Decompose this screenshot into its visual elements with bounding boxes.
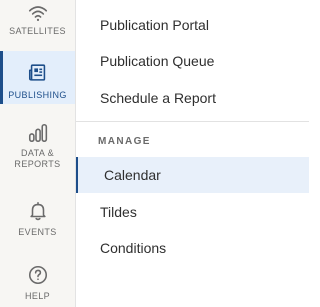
bar-chart-icon <box>28 123 47 143</box>
rail-item-label: PUBLISHING <box>8 90 67 100</box>
rail-item-help[interactable]: HELP <box>0 264 75 307</box>
menu-item-tildes[interactable]: Tildes <box>76 194 309 230</box>
publishing-submenu: Publication Portal Publication Queue Sch… <box>76 0 309 307</box>
section-title-manage: MANAGE <box>98 136 151 147</box>
menu-item-conditions[interactable]: Conditions <box>76 230 309 266</box>
rail-item-publishing[interactable]: PUBLISHING <box>0 51 75 104</box>
rail-item-satellites[interactable]: SATELLITES <box>0 0 75 42</box>
rail-item-label: DATA & REPORTS <box>14 148 61 169</box>
navigation-frame: SATELLITES PUBLISHING DATA & REPORTS EVE… <box>0 0 309 307</box>
question-circle-icon <box>28 265 47 285</box>
menu-divider <box>76 121 309 122</box>
menu-item-calendar[interactable]: Calendar <box>76 157 309 193</box>
rail-item-label: SATELLITES <box>9 26 66 36</box>
rail-item-label: HELP <box>24 291 51 301</box>
menu-item-publication-queue[interactable]: Publication Queue <box>76 43 309 79</box>
wifi-icon <box>28 6 47 21</box>
rail-item-label: EVENTS <box>18 227 57 237</box>
menu-item-publication-portal[interactable]: Publication Portal <box>76 7 309 43</box>
left-nav-rail: SATELLITES PUBLISHING DATA & REPORTS EVE… <box>0 0 76 307</box>
rail-item-data-reports[interactable]: DATA & REPORTS <box>0 122 75 178</box>
bell-icon <box>29 201 46 221</box>
rail-item-events[interactable]: EVENTS <box>0 200 75 244</box>
newspaper-icon <box>28 64 45 81</box>
menu-item-schedule-report[interactable]: Schedule a Report <box>76 80 309 116</box>
